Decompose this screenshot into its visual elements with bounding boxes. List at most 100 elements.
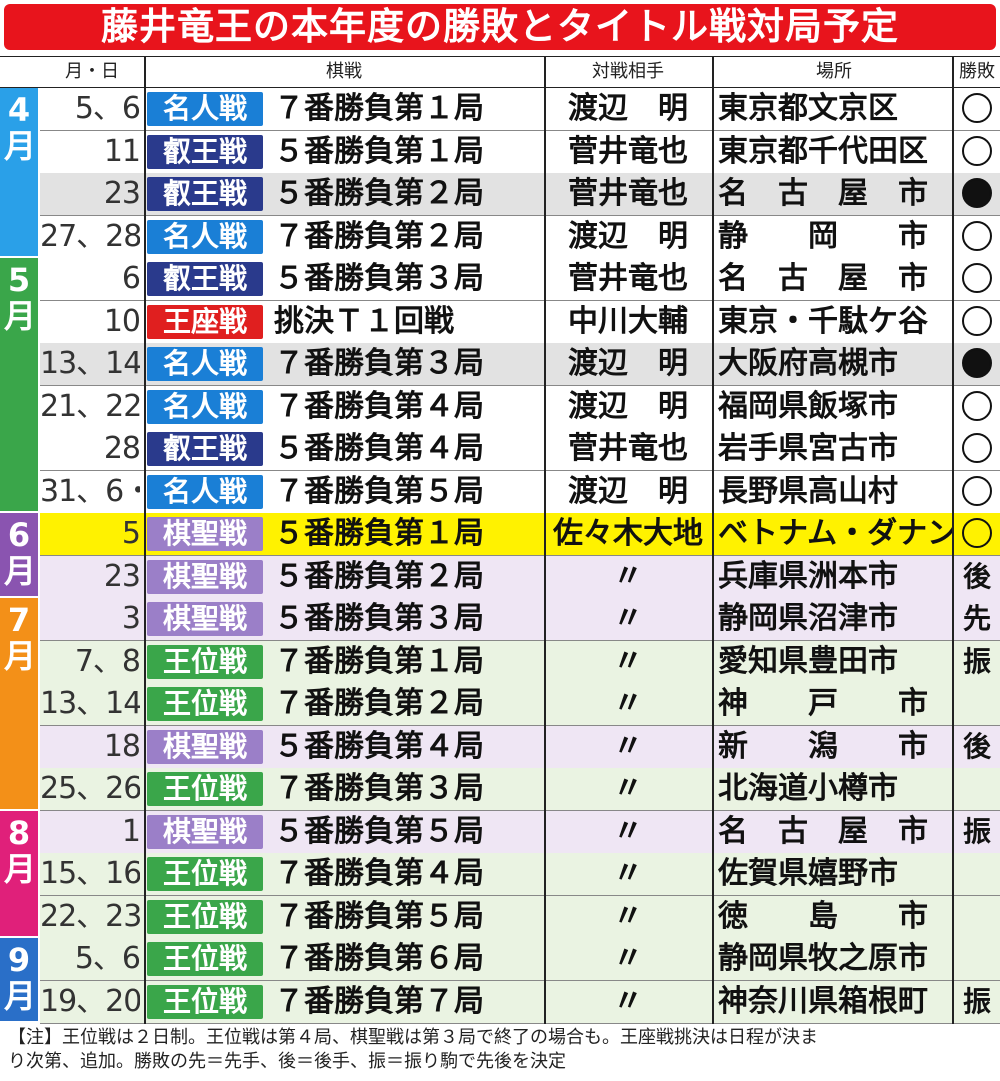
kisen-badge: 名人戦	[147, 347, 263, 381]
table-row: 1 棋聖戦 ５番勝負第５局 〃 名 古 屋 市振	[40, 810, 1000, 854]
win-mark	[962, 220, 992, 251]
opponent-cell: 渡辺 明	[568, 218, 688, 254]
result-cell	[954, 131, 1000, 173]
kisen-cell: 名人戦	[144, 216, 266, 258]
match-cell: ７番勝負第２局	[274, 218, 484, 254]
table-row: 5、6 名人戦 ７番勝負第１局 渡辺 明東京都文京区	[40, 88, 1000, 131]
header-date: 月・日	[65, 61, 119, 82]
result-cell	[954, 896, 1000, 938]
opponent-cell: 菅井竜也	[568, 261, 688, 296]
date-cell: 27、28	[40, 218, 140, 254]
kisen-cell: 王位戦	[144, 853, 266, 895]
date-cell: 15、16	[40, 856, 140, 891]
table-row: 13、14 名人戦 ７番勝負第３局 渡辺 明大阪府高槻市	[40, 343, 1000, 386]
date-cell: 13、14	[40, 346, 140, 381]
table-row: 3 棋聖戦 ５番勝負第３局 〃 静岡県沼津市 先	[40, 598, 1000, 641]
opponent-cell: 渡辺 明	[568, 473, 688, 509]
kisen-cell: 棋聖戦	[144, 513, 266, 555]
match-cell: ７番勝負第４局	[274, 388, 484, 424]
win-mark	[962, 475, 992, 506]
month-text: 5月	[4, 261, 37, 335]
opponent-cell: 〃	[613, 771, 643, 806]
result-cell: 先	[962, 602, 991, 635]
table-row: 25、26 王位戦 ７番勝負第３局 〃 北海道小樽市	[40, 768, 1000, 811]
opponent-cell: 〃	[613, 941, 643, 976]
date-cell: 13、14	[40, 686, 140, 721]
match-cell: ５番勝負第５局	[274, 813, 484, 849]
result-cell	[954, 938, 1000, 980]
match-cell: ７番勝負第６局	[274, 941, 484, 976]
place-cell: 静 岡 市	[718, 218, 928, 254]
result-cell	[954, 768, 1000, 810]
match-cell: ７番勝負第７局	[274, 983, 484, 1019]
table-row: 22、23 王位戦 ７番勝負第５局 〃 徳 島 市	[40, 895, 1000, 939]
kisen-cell: 棋聖戦	[144, 556, 266, 598]
result-cell: 後	[962, 559, 991, 593]
date-cell: 5	[121, 516, 140, 551]
place-cell: 愛知県豊田市	[718, 643, 898, 679]
date-cell: 6	[121, 261, 140, 296]
table-row: 23 叡王戦 ５番勝負第２局 菅井竜也名 古 屋 市	[40, 173, 1000, 216]
opponent-cell: 〃	[613, 601, 643, 636]
place-cell: 神奈川県箱根町	[718, 983, 928, 1019]
kisen-badge: 王位戦	[147, 899, 263, 934]
table-row: 5、6 王位戦 ７番勝負第６局 〃 静岡県牧之原市	[40, 938, 1000, 981]
result-cell	[954, 853, 1000, 895]
kisen-cell: 王位戦	[144, 896, 266, 938]
date-cell: 22、23	[40, 898, 140, 934]
kisen-cell: 叡王戦	[144, 173, 266, 215]
opponent-cell: 中川大輔	[568, 303, 688, 339]
result-cell	[954, 343, 1000, 385]
date-cell: 28	[103, 431, 140, 466]
match-cell: ７番勝負第４局	[274, 856, 484, 891]
month-label: 9月	[0, 938, 38, 1021]
date-cell: 1	[121, 813, 140, 849]
match-cell: ７番勝負第５局	[274, 898, 484, 934]
date-cell: 23	[103, 176, 140, 211]
place-cell: 北海道小樽市	[718, 771, 898, 806]
kisen-cell: 名人戦	[144, 471, 266, 513]
result-cell	[954, 88, 1000, 130]
opponent-cell: 渡辺 明	[568, 91, 688, 126]
divider	[712, 56, 714, 1024]
kisen-cell: 名人戦	[144, 386, 266, 428]
place-cell: 静岡県沼津市	[718, 601, 898, 636]
result-cell	[954, 471, 1000, 513]
result-cell	[954, 386, 1000, 428]
date-cell: 19、20	[40, 983, 140, 1019]
table-row: 23 棋聖戦 ５番勝負第２局 〃 兵庫県洲本市 後	[40, 555, 1000, 599]
kisen-badge: 名人戦	[147, 219, 263, 254]
kisen-badge: 叡王戦	[147, 134, 263, 169]
table-row: 28 叡王戦 ５番勝負第４局 菅井竜也 岩手県宮古市	[40, 428, 1000, 471]
result-cell: 振	[962, 814, 991, 848]
result-cell	[954, 173, 1000, 215]
table-row: 19、20 王位戦 ７番勝負第７局 〃 神奈川県箱根町振	[40, 980, 1000, 1024]
kisen-badge: 棋聖戦	[147, 602, 263, 636]
opponent-cell: 〃	[613, 856, 643, 891]
month-label: 6月	[0, 513, 38, 596]
place-cell: 佐賀県嬉野市	[718, 856, 898, 891]
place-cell: 東京都千代田区	[718, 133, 928, 169]
table-row: 6 叡王戦 ５番勝負第３局 菅井竜也名 古 屋 市	[40, 258, 1000, 301]
place-cell: ベトナム・ダナン	[718, 516, 954, 551]
header-kisen: 棋戦	[326, 61, 362, 82]
month-text: 4月	[4, 91, 37, 165]
match-cell: ７番勝負第３局	[274, 346, 484, 381]
table-row: 27、28 名人戦 ７番勝負第２局 渡辺 明静 岡 市	[40, 215, 1000, 259]
opponent-cell: 〃	[613, 983, 643, 1019]
date-cell: 11	[103, 133, 140, 169]
opponent-cell: 〃	[613, 813, 643, 849]
match-cell: ５番勝負第４局	[274, 431, 484, 466]
place-cell: 静岡県牧之原市	[718, 941, 928, 976]
match-cell: ５番勝負第１局	[274, 133, 484, 169]
divider	[952, 56, 954, 1024]
table-row: 5 棋聖戦 ５番勝負第１局 佐々木大地 ベトナム・ダナン	[40, 513, 1000, 556]
table-row: 10 王座戦 挑決Ｔ１回戦 中川大輔 東京・千駄ケ谷	[40, 300, 1000, 344]
kisen-cell: 叡王戦	[144, 131, 266, 173]
month-label: 7月	[0, 598, 38, 809]
month-text: 7月	[4, 601, 37, 675]
opponent-cell: 渡辺 明	[568, 346, 688, 381]
result-cell: 後	[962, 729, 991, 763]
month-text: 6月	[4, 516, 37, 590]
win-mark	[962, 433, 992, 463]
